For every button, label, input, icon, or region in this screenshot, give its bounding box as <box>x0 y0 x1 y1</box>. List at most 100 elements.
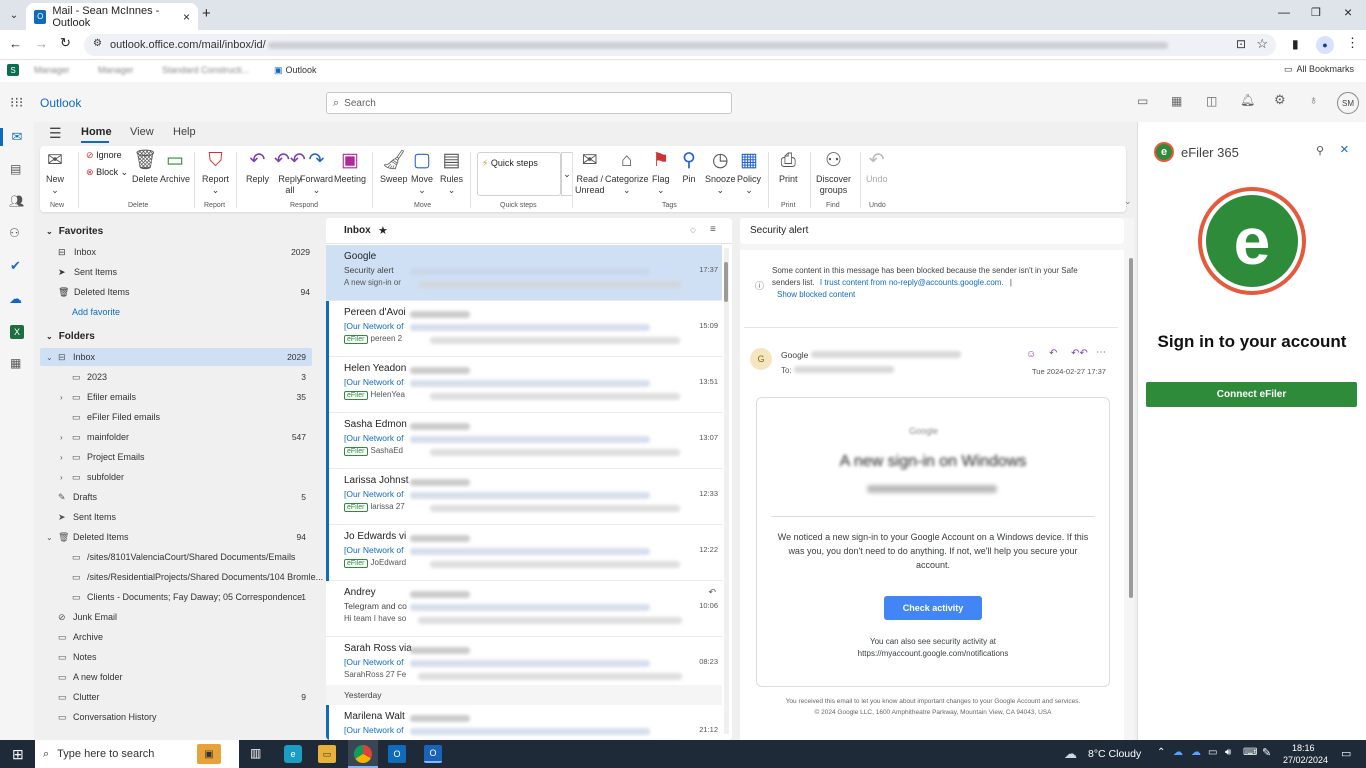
language-icon[interactable]: ⌨ <box>1243 747 1257 758</box>
folder-item[interactable]: › ▭ subfolder <box>40 468 312 486</box>
search-input[interactable]: ⌕ Search <box>326 92 732 114</box>
reply-button[interactable]: ↶ Reply <box>246 150 269 185</box>
message-row[interactable]: Larissa Johnst [Our Network of eFiler laris… <box>326 469 722 525</box>
list-scrollbar[interactable] <box>724 262 728 302</box>
forward-icon[interactable]: → <box>35 36 48 51</box>
message-row[interactable]: Helen Yeadon [Our Network of eFiler HelenYe… <box>326 357 722 413</box>
categorize-button[interactable]: ⌂ Categorize ⌄ <box>605 150 649 196</box>
fav-sent[interactable]: ➤ Sent Items <box>58 263 330 281</box>
folder-item[interactable]: ▭ Archive <box>40 628 312 646</box>
quick-steps-box[interactable]: ⚡︎ Quick steps <box>477 152 561 196</box>
clock-date[interactable]: 27/02/2024 <box>1283 755 1328 765</box>
reload-icon[interactable]: ↻ <box>60 35 71 51</box>
report-button[interactable]: ⛉ Report ⌄ <box>202 150 229 196</box>
print-button[interactable]: ⎙ Print <box>779 150 798 185</box>
notification-center-icon[interactable]: ▭ <box>1341 747 1351 760</box>
message-row[interactable]: Google Security alert A new sign-in or 17:3… <box>326 245 722 301</box>
message-row[interactable]: Marilena Walt [Our Network of 21:12 <box>326 705 722 740</box>
expand-chevron-icon[interactable]: › <box>60 433 63 442</box>
folder-item[interactable]: ➤ Sent Items <box>40 508 312 526</box>
undo-button[interactable]: ↶ Undo <box>866 150 888 185</box>
forward-button[interactable]: ↷ Forward ⌄ <box>300 150 333 196</box>
browser-tab[interactable]: O Mail - Sean McInnes - Outlook × <box>26 3 198 30</box>
profile-icon[interactable]: ● <box>1316 36 1334 54</box>
folder-item[interactable]: ▭ 2023 3 <box>40 368 312 386</box>
message-row[interactable]: Jo Edwards vi [Our Network of eFiler JoEdwa… <box>326 525 722 581</box>
start-windows-icon[interactable]: ⊞ <box>12 746 24 763</box>
tab-list-icon[interactable]: ⌄ <box>6 7 22 23</box>
tab-help[interactable]: Help <box>173 126 196 138</box>
folder-item[interactable]: ▭ /sites/ResidentialProjects/Shared Docum… <box>40 568 323 586</box>
expand-chevron-icon[interactable]: ⌄ <box>46 533 53 542</box>
reply-email-icon[interactable]: ↶ <box>1049 348 1057 359</box>
bookmark-2[interactable]: Manager <box>98 65 134 75</box>
new-tab-icon[interactable]: + <box>202 5 211 22</box>
ignore-button[interactable]: ⊘ Ignore <box>86 150 122 161</box>
bookmark-1[interactable]: Manager <box>34 65 70 75</box>
show-blocked-link[interactable]: Show blocked content <box>777 290 855 299</box>
meeting-button[interactable]: ▣ Meeting <box>334 150 366 185</box>
archive-button[interactable]: ▭ Archive <box>160 150 190 185</box>
tray-chevron-icon[interactable]: ⌃ <box>1157 747 1165 758</box>
folder-item[interactable]: ⌄ 🗑︎ Deleted Items 94 <box>40 528 312 546</box>
folder-item[interactable]: ▭ eFiler Filed emails <box>40 408 312 426</box>
calendar-icon[interactable]: ▤ <box>10 162 21 176</box>
url-field[interactable]: ⚙ outlook.office.com/mail/inbox/id/ ⊡ ☆ <box>84 34 1276 56</box>
notifications-icon[interactable]: 🔔︎ <box>1240 93 1255 107</box>
more-apps-icon[interactable]: ▦ <box>10 356 21 370</box>
nav-toggle-icon[interactable]: ☰ <box>49 125 62 142</box>
excel-icon[interactable]: X <box>10 325 24 339</box>
file-explorer-icon[interactable]: ▭ <box>318 745 336 763</box>
sweep-button[interactable]: 🧹︎ Sweep <box>380 150 408 185</box>
select-icon[interactable]: ◌ <box>690 225 696 236</box>
new-mail-button[interactable]: ✉ New ⌄ <box>46 150 64 196</box>
app-name[interactable]: Outlook <box>40 96 81 110</box>
site-info-icon[interactable]: ⚙ <box>93 38 102 49</box>
window-close-icon[interactable]: × <box>1344 4 1352 20</box>
block-button[interactable]: ⊗ Block ⌄ <box>86 167 128 178</box>
fav-deleted[interactable]: 🗑︎ Deleted Items 94 <box>58 283 330 301</box>
move-button[interactable]: ▢ Move ⌄ <box>411 150 433 196</box>
mail-icon[interactable]: ✉ <box>9 129 25 144</box>
folder-item[interactable]: ▭ /sites/8101ValenciaCourt/Shared Documen… <box>40 548 312 566</box>
folder-item[interactable]: › ▭ Project Emails <box>40 448 312 466</box>
todo-icon[interactable]: ✔ <box>10 258 21 274</box>
connect-efiler-button[interactable]: Connect eFiler <box>1146 382 1357 407</box>
onedrive-business-tray-icon[interactable]: ☁ <box>1191 747 1201 758</box>
folder-item[interactable]: › ▭ Efiler emails 35 <box>40 388 312 406</box>
app-launcher-icon[interactable]: ⁝⁝⁝ <box>10 94 23 111</box>
pen-icon[interactable]: ✎ <box>1262 746 1271 759</box>
read-unread-button[interactable]: ✉ Read / Unread <box>575 150 605 196</box>
sender-line[interactable]: Google <box>781 350 961 360</box>
message-row[interactable]: Pereen d'Avoi [Our Network of eFiler pereen… <box>326 301 722 357</box>
expand-chevron-icon[interactable]: › <box>60 473 63 482</box>
discover-groups-button[interactable]: ⚇ Discover groups <box>816 150 851 196</box>
expand-chevron-icon[interactable]: › <box>60 393 63 402</box>
bookmark-star-icon[interactable]: ☆ <box>1256 36 1268 52</box>
volume-icon[interactable]: 🔊︎ <box>1225 747 1231 758</box>
folder-item[interactable]: › ▭ mainfolder 547 <box>40 428 312 446</box>
network-icon[interactable]: ▭ <box>1208 747 1217 758</box>
more-actions-icon[interactable]: ⋯ <box>1096 347 1106 358</box>
teams-chat-icon[interactable]: ▭ <box>1137 94 1148 108</box>
favorites-header[interactable]: ⌄ Favorites <box>46 222 318 240</box>
whats-new-icon[interactable]: ◫ <box>1206 94 1217 108</box>
bookmark-3[interactable]: Standard Constructi... <box>162 65 249 75</box>
notifications-url[interactable]: https://myaccount.google.com/notificatio… <box>757 649 1109 658</box>
folder-item[interactable]: ✎ Drafts 5 <box>40 488 312 506</box>
ribbon-collapse-icon[interactable]: ⌄ <box>1124 196 1132 207</box>
tab-home[interactable]: Home <box>81 126 112 138</box>
side-panel-icon[interactable]: ▮ <box>1292 37 1299 51</box>
add-favorite-link[interactable]: Add favorite <box>72 303 344 321</box>
taskbar-search[interactable]: ⌕ Type here to search ▣ <box>35 740 239 768</box>
emoji-react-icon[interactable]: ☺ <box>1026 349 1036 360</box>
tab-close-icon[interactable]: × <box>183 10 190 24</box>
bookmark-outlook[interactable]: ▣ Outlook <box>274 65 317 76</box>
weather-text[interactable]: 8°C Cloudy <box>1088 748 1141 760</box>
account-avatar[interactable]: SM <box>1337 92 1359 114</box>
edge-icon[interactable]: e <box>284 745 302 763</box>
folder-item[interactable]: ▭ Notes <box>40 648 312 666</box>
restore-icon[interactable]: ❐ <box>1311 6 1321 19</box>
groups-icon[interactable]: ⚇ <box>9 226 20 240</box>
outlook-new-taskbar-icon[interactable]: O <box>424 745 442 763</box>
